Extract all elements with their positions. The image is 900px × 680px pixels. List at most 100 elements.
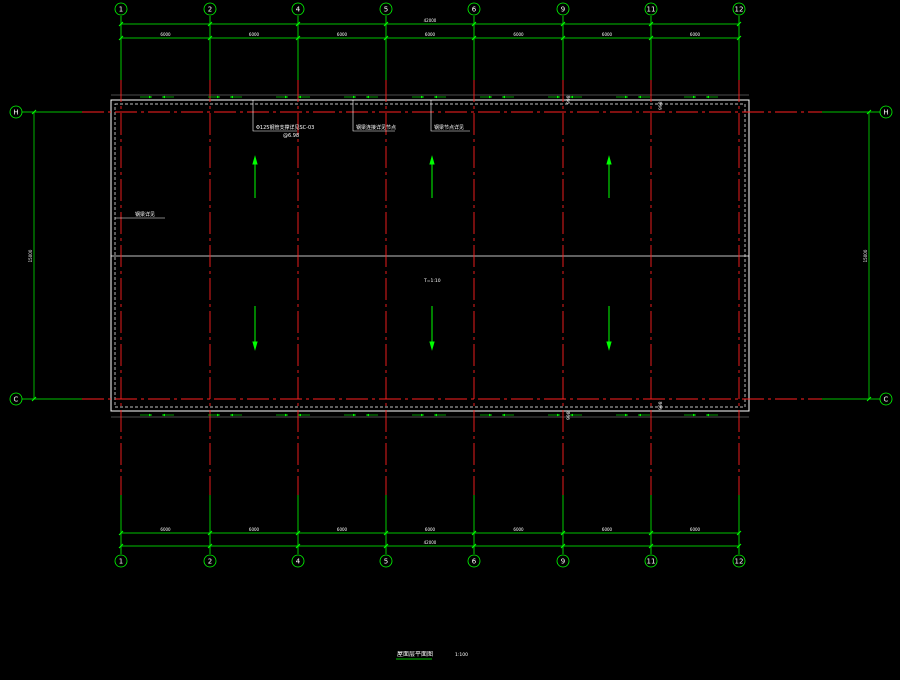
eave-mark-head-0-15: [638, 95, 641, 99]
axis-bubble-label-12: 12: [735, 6, 744, 14]
eave-mark-head-1-2: [217, 413, 220, 417]
eave-mark-head-1-5: [298, 413, 301, 417]
eave-mark-head-1-17: [706, 413, 709, 417]
axis-bubble-label-5: 5: [384, 6, 388, 14]
eave-mark-head-1-11: [502, 413, 505, 417]
eave-mark-head-0-10: [489, 95, 492, 99]
eave-mark-head-1-1: [162, 413, 165, 417]
dim-top-bay-3: 6000: [425, 32, 436, 37]
eave-mark-head-0-17: [706, 95, 709, 99]
vertical-axes: 11224455669911111212: [114, 2, 746, 568]
eave-mark-head-1-12: [557, 413, 560, 417]
center-label: T=1:10: [423, 278, 441, 284]
dim-bottom-bay-5: 6000: [602, 527, 613, 532]
axis-bubble-label-4: 4: [296, 558, 301, 566]
axis-bubble-label-5: 5: [384, 558, 388, 566]
eave-mark-head-1-7: [366, 413, 369, 417]
eave-mark-head-0-0: [149, 95, 152, 99]
note-b: 钢梁连接详见节点: [356, 124, 396, 131]
eave-mark-head-1-14: [625, 413, 628, 417]
dimension-texts: 6000 6000 6000 6000 6000 6000 6000 6000 6000 6000…: [28, 18, 868, 545]
dim-bottom-bay-2: 6000: [337, 527, 348, 532]
dim-top-bay-5: 6000: [602, 32, 613, 37]
eave-mark-head-1-4: [285, 413, 288, 417]
eave-mark-head-1-15: [638, 413, 641, 417]
slope-arrowhead-down-2: [429, 341, 435, 351]
axis-bubble-label-1: 1: [119, 558, 123, 566]
bottom-mark-mid: 998: [566, 411, 572, 420]
eave-mark-head-0-8: [421, 95, 424, 99]
building-outline: [110, 94, 750, 418]
axis-bubble-label-4: 4: [296, 6, 301, 14]
axis-bubble-label-9: 9: [561, 6, 565, 14]
axis-bubble-label-H: H: [883, 109, 888, 117]
eave-mark-head-0-2: [217, 95, 220, 99]
axis-bubble-label-12: 12: [735, 558, 744, 566]
axis-bubble-label-11: 11: [647, 558, 656, 566]
eave-mark-head-0-4: [285, 95, 288, 99]
dim-left-total: 15000: [28, 249, 33, 262]
note-a-line2: @6.98: [283, 133, 299, 139]
eave-mark-head-1-3: [230, 413, 233, 417]
drawing-scale: 1:100: [455, 652, 468, 658]
axis-bubble-label-6: 6: [472, 6, 477, 14]
axis-bubble-label-2: 2: [208, 558, 212, 566]
dim-bottom-bay-6: 6000: [690, 527, 701, 532]
inner-roof-edge: [114, 103, 746, 408]
slope-arrowhead-down-3: [606, 341, 612, 351]
dim-bottom-bay-4: 6000: [513, 527, 524, 532]
eave-mark-head-1-16: [693, 413, 696, 417]
axis-bubble-label-H: H: [13, 109, 18, 117]
horizontal-axes: H H C C: [9, 105, 893, 406]
drawing-title-block: 屋面层平面图 1:100: [396, 651, 468, 660]
dim-top-bay-1: 6000: [249, 32, 260, 37]
dim-bottom-bay-3: 6000: [425, 527, 436, 532]
axis-bubble-label-C: C: [14, 396, 19, 404]
axis-bubble-label-2: 2: [208, 6, 212, 14]
outer-roof-edge: [110, 99, 750, 412]
dim-bottom-total: 42000: [424, 540, 437, 545]
eave-mark-head-0-9: [434, 95, 437, 99]
eave-mark-head-0-6: [353, 95, 356, 99]
dim-top-bay-6: 6000: [690, 32, 701, 37]
eave-mark-head-1-8: [421, 413, 424, 417]
axis-bubble-label-6: 6: [472, 558, 477, 566]
eave-mark-head-0-12: [557, 95, 560, 99]
axis-bubble-label-C: C: [884, 396, 889, 404]
dim-top-total: 42000: [424, 18, 437, 23]
axis-bubble-label-1: 1: [119, 6, 123, 14]
dim-top-bay-0: 6000: [160, 32, 171, 37]
drawing-title: 屋面层平面图: [397, 651, 433, 658]
eave-mark-head-1-6: [353, 413, 356, 417]
eave-mark-head-0-1: [162, 95, 165, 99]
slope-arrows: [252, 155, 612, 351]
slope-arrowhead-up-1: [252, 155, 258, 165]
eave-mark-head-1-0: [149, 413, 152, 417]
slope-arrowhead-down-1: [252, 341, 258, 351]
eave-mark-head-0-16: [693, 95, 696, 99]
note-a-line1: Φ125钢管支撑详见SC-03: [256, 124, 314, 131]
slope-arrowhead-up-2: [429, 155, 435, 165]
dim-bottom-bay-1: 6000: [249, 527, 260, 532]
note-d: 钢梁详见: [135, 211, 155, 218]
cad-drawing: 11224455669911111212 H HC C 6000 6000 6000 60…: [9, 2, 893, 660]
bottom-mark-right: 998: [658, 401, 664, 410]
slope-arrowhead-up-3: [606, 155, 612, 165]
dim-top-bay-2: 6000: [337, 32, 348, 37]
top-mark-mid: 998: [566, 95, 572, 104]
eave-mark-head-1-10: [489, 413, 492, 417]
note-c: 钢梁节点详见: [434, 124, 464, 131]
leader-lines: [115, 100, 470, 219]
axis-bubble-label-11: 11: [647, 6, 656, 14]
axis-bubble-label-9: 9: [561, 558, 565, 566]
eave-mark-head-0-5: [298, 95, 301, 99]
eave-mark-head-1-9: [434, 413, 437, 417]
eave-mark-head-0-11: [502, 95, 505, 99]
top-mark-right: 998: [658, 101, 664, 110]
dim-right-total: 15000: [863, 249, 868, 262]
dim-bottom-bay-0: 6000: [160, 527, 171, 532]
eave-mark-head-0-3: [230, 95, 233, 99]
dim-top-bay-4: 6000: [513, 32, 524, 37]
eave-mark-head-0-14: [625, 95, 628, 99]
eave-mark-head-0-7: [366, 95, 369, 99]
